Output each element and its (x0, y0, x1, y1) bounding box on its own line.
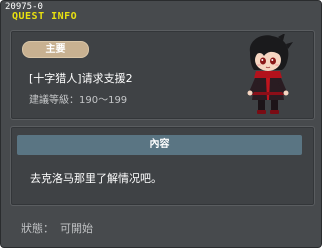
quest-category-badge: 主要 (22, 41, 89, 58)
quest-content-panel: 內容 去克洛马那里了解情况吧。 (10, 126, 315, 206)
recommended-level: 建議等級：190～199 (29, 95, 128, 106)
quest-info-window: 20975-0 QUEST INFO 主要 [十字猎人]请求支援2 建議等級：1… (0, 0, 322, 248)
quest-description: 去克洛马那里了解情况吧。 (30, 172, 162, 185)
quest-name: [十字猎人]请求支援2 (29, 72, 133, 85)
status-label: 狀態： (21, 222, 54, 235)
window-title: QUEST INFO (12, 11, 78, 22)
npc-character-portrait (247, 34, 293, 114)
window-title-bar[interactable]: 20975-0 QUEST INFO (1, 1, 322, 25)
status-value: 可開始 (60, 222, 93, 235)
quest-status: 狀態： 可開始 (21, 220, 93, 236)
content-header: 內容 (17, 135, 302, 155)
quest-summary-panel: 主要 [十字猎人]请求支援2 建議等級：190～199 (10, 30, 315, 120)
